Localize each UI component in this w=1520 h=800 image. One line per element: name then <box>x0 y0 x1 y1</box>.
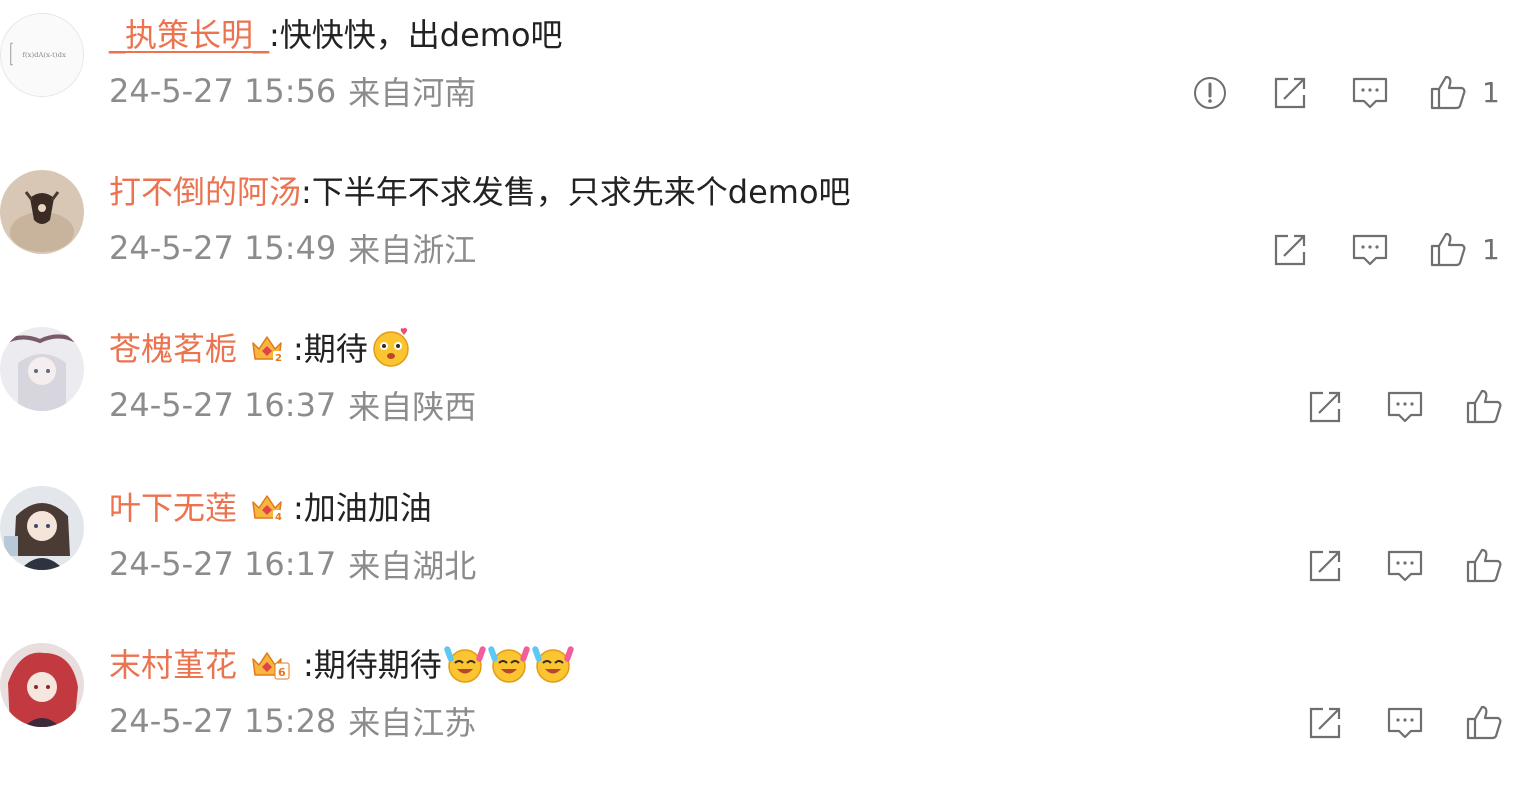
comment-line: 末村堇花 6 :期待期待 <box>109 639 574 687</box>
like-icon[interactable] <box>1428 230 1468 270</box>
comment-meta: 24-5-27 15:49 来自浙江 <box>109 224 476 272</box>
username-link[interactable]: 打不倒的阿汤 <box>109 167 301 213</box>
comment-text: :期待 <box>293 330 368 368</box>
crown-badge-icon: 2 <box>249 329 285 365</box>
timestamp: 24-5-27 15:28 <box>109 702 337 740</box>
location: 来自河南 <box>348 74 477 112</box>
comment-icon[interactable] <box>1350 230 1390 270</box>
like-icon[interactable] <box>1464 546 1504 586</box>
location: 来自浙江 <box>348 231 477 269</box>
share-icon[interactable] <box>1305 387 1345 427</box>
like-icon[interactable] <box>1464 387 1504 427</box>
comment-meta: 24-5-27 15:56 来自河南 <box>109 67 476 115</box>
location: 来自江苏 <box>348 704 477 742</box>
username-link[interactable]: 末村堇花 <box>109 640 237 686</box>
svg-text:4: 4 <box>275 512 282 523</box>
comment-meta: 24-5-27 16:37 来自陕西 <box>109 381 476 429</box>
comment-icon[interactable] <box>1385 703 1425 743</box>
avatar[interactable] <box>0 643 84 727</box>
comment-line: _执策长明_:快快快，出demo吧 <box>109 9 563 57</box>
crying-laughing-emoji-icon <box>488 642 530 684</box>
heart-eyes-emoji-icon <box>370 326 412 368</box>
like-icon[interactable] <box>1428 73 1468 113</box>
comment-text: :快快快，出demo吧 <box>269 16 563 54</box>
comment-meta: 24-5-27 16:17 来自湖北 <box>109 540 476 588</box>
comment-text: :期待期待 <box>303 646 442 684</box>
username-link[interactable]: _执策长明_ <box>109 10 269 56</box>
comment-line: 叶下无莲 4 :加油加油 <box>109 482 432 530</box>
crown-badge-icon: 4 <box>249 488 285 524</box>
svg-text:2: 2 <box>275 353 282 364</box>
avatar[interactable] <box>0 170 84 254</box>
comment-icon[interactable] <box>1385 387 1425 427</box>
share-icon[interactable] <box>1270 73 1310 113</box>
timestamp: 24-5-27 16:17 <box>109 545 337 583</box>
report-icon[interactable] <box>1190 73 1230 113</box>
comment-item: 打不倒的阿汤:下半年不求发售，只求先来个demo吧 24-5-27 15:49 来… <box>0 170 1520 310</box>
avatar[interactable] <box>0 327 84 411</box>
comment-text: :下半年不求发售，只求先来个demo吧 <box>301 173 851 211</box>
like-icon[interactable] <box>1464 703 1504 743</box>
username-link[interactable]: 叶下无莲 <box>109 483 237 529</box>
timestamp: 24-5-27 15:56 <box>109 72 337 110</box>
avatar[interactable]: f(x)dA(x-t)dx <box>0 13 84 97</box>
svg-text:6: 6 <box>278 666 286 679</box>
comment-icon[interactable] <box>1385 546 1425 586</box>
comment-line: 打不倒的阿汤:下半年不求发售，只求先来个demo吧 <box>109 166 851 214</box>
username-link[interactable]: 苍槐茗栀 <box>109 324 237 370</box>
svg-text:f(x)dA(x-t)dx: f(x)dA(x-t)dx <box>22 51 65 59</box>
avatar[interactable] <box>0 486 84 570</box>
comment-item: 叶下无莲 4 :加油加油 24-5-27 16:17 来自湖北 <box>0 486 1520 626</box>
share-icon[interactable] <box>1305 703 1345 743</box>
timestamp: 24-5-27 15:49 <box>109 229 337 267</box>
crying-laughing-emoji-icon <box>532 642 574 684</box>
comment-text: :加油加油 <box>293 489 432 527</box>
location: 来自陕西 <box>348 388 477 426</box>
comment-meta: 24-5-27 15:28 来自江苏 <box>109 697 476 745</box>
share-icon[interactable] <box>1270 230 1310 270</box>
location: 来自湖北 <box>348 547 477 585</box>
like-count: 1 <box>1482 76 1500 109</box>
comment-line: 苍槐茗栀 2 :期待 <box>109 323 412 371</box>
like-count: 1 <box>1482 233 1500 266</box>
crown-badge-icon: 6 <box>249 645 295 681</box>
crying-laughing-emoji-icon <box>444 642 486 684</box>
share-icon[interactable] <box>1305 546 1345 586</box>
comment-item: 苍槐茗栀 2 :期待 24-5-27 16:37 来自陕西 <box>0 327 1520 467</box>
comment-icon[interactable] <box>1350 73 1390 113</box>
comment-item: 末村堇花 6 :期待期待 24-5-27 15:28 来自江苏 <box>0 643 1520 783</box>
timestamp: 24-5-27 16:37 <box>109 386 337 424</box>
comment-item: f(x)dA(x-t)dx _执策长明_:快快快，出demo吧 24-5-27 … <box>0 13 1520 153</box>
